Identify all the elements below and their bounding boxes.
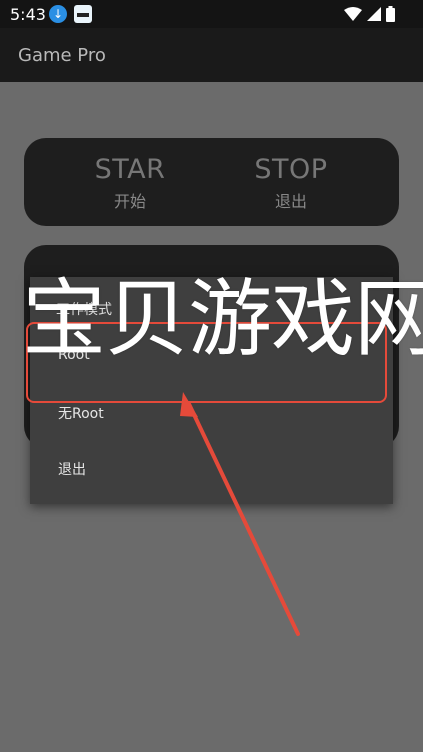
download-icon: ↓	[49, 5, 67, 23]
app-badge-icon	[74, 5, 92, 23]
menu-item-no-root[interactable]: 无Root	[58, 403, 104, 423]
battery-icon	[386, 6, 395, 22]
status-bar: 5:43 ↓	[0, 0, 423, 28]
app-title: Game Pro	[18, 45, 106, 66]
signal-icon	[367, 7, 381, 21]
stop-label: STOP	[254, 154, 328, 185]
start-label: STAR	[94, 154, 166, 185]
status-icons	[344, 6, 395, 22]
watermark-text: 宝贝游戏网	[22, 270, 423, 368]
app-bar: Game Pro	[0, 28, 423, 82]
stop-button[interactable]: STOP 退出	[221, 154, 361, 212]
start-button[interactable]: STAR 开始	[60, 154, 200, 212]
control-card: STAR 开始 STOP 退出	[24, 138, 399, 226]
wifi-icon	[344, 7, 362, 21]
clock: 5:43	[10, 5, 46, 24]
menu-item-exit[interactable]: 退出	[58, 459, 86, 479]
stop-sublabel: 退出	[274, 192, 307, 211]
start-sublabel: 开始	[113, 192, 146, 211]
